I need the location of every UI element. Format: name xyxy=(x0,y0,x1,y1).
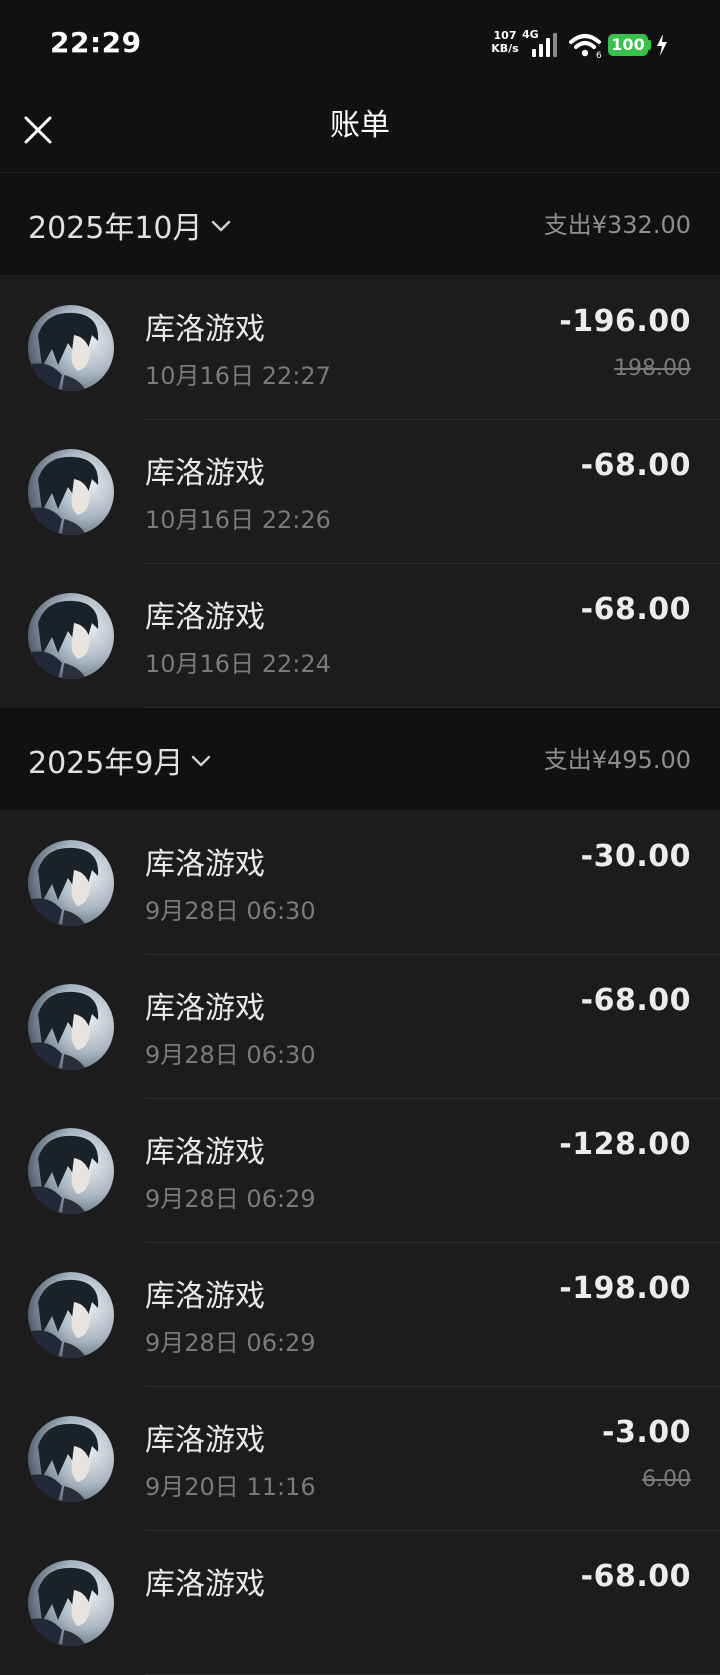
month-label: 2025年10月 xyxy=(28,211,203,246)
chevron-down-icon xyxy=(192,755,211,767)
transaction-amount: -30.00 xyxy=(580,839,691,874)
navigation-bar: 账单 xyxy=(0,90,720,173)
transaction-amount: -3.00 xyxy=(602,1415,691,1450)
transaction-row[interactable]: 库洛游戏 10月16日 22:26 -68.00 xyxy=(0,420,720,564)
transaction-row[interactable]: 库洛游戏 9月20日 11:16 -3.00 6.00 xyxy=(0,1387,720,1531)
status-bar: 22:29 107 KB/s 4G 6 100 xyxy=(0,0,720,90)
transaction-amount: -68.00 xyxy=(580,592,691,627)
transaction-amount: -196.00 xyxy=(559,304,691,339)
transaction-time: 9月28日 06:30 xyxy=(145,897,316,925)
bill-list: 2025年10月 支出¥332.00 库洛游戏 10月16日 22:27 -19… xyxy=(0,173,720,1675)
avatar xyxy=(28,305,114,391)
avatar-image xyxy=(28,1128,114,1214)
merchant-name: 库洛游戏 xyxy=(145,991,265,1026)
month-selector[interactable]: 2025年9月 xyxy=(28,738,211,782)
avatar-image xyxy=(28,593,114,679)
merchant-name: 库洛游戏 xyxy=(145,1135,265,1170)
network-speed-value: 107 xyxy=(493,29,517,42)
merchant-name: 库洛游戏 xyxy=(145,312,265,347)
close-icon xyxy=(24,116,52,144)
merchant-name: 库洛游戏 xyxy=(145,1279,265,1314)
chevron-down-icon xyxy=(211,220,230,232)
avatar xyxy=(28,1560,114,1646)
transaction-row[interactable]: 库洛游戏 9月28日 06:30 -68.00 xyxy=(0,955,720,1099)
month-expense-total: 支出¥495.00 xyxy=(543,746,691,774)
avatar-image xyxy=(28,1272,114,1358)
avatar-image xyxy=(28,1416,114,1502)
battery-tip xyxy=(648,40,651,50)
transaction-amount: -68.00 xyxy=(580,983,691,1018)
merchant-name: 库洛游戏 xyxy=(145,1423,265,1458)
transaction-time: 9月28日 06:29 xyxy=(145,1329,316,1357)
month-selector[interactable]: 2025年10月 xyxy=(28,203,231,247)
transaction-row[interactable]: 库洛游戏 10月16日 22:24 -68.00 xyxy=(0,564,720,708)
avatar xyxy=(28,593,114,679)
avatar-image xyxy=(28,449,114,535)
transaction-row[interactable]: 库洛游戏 -68.00 xyxy=(0,1531,720,1675)
avatar-image xyxy=(28,305,114,391)
merchant-name: 库洛游戏 xyxy=(145,600,265,635)
svg-text:6: 6 xyxy=(596,51,602,59)
transaction-time: 10月16日 22:24 xyxy=(145,650,331,678)
avatar xyxy=(28,449,114,535)
charging-bolt-icon xyxy=(657,34,667,56)
avatar xyxy=(28,840,114,926)
transaction-row[interactable]: 库洛游戏 9月28日 06:29 -128.00 xyxy=(0,1099,720,1243)
merchant-name: 库洛游戏 xyxy=(145,456,265,491)
transaction-time: 10月16日 22:26 xyxy=(145,506,331,534)
network-speed: 107 KB/s xyxy=(487,29,523,55)
transaction-row[interactable]: 库洛游戏 10月16日 22:27 -196.00 198.00 xyxy=(0,276,720,420)
avatar xyxy=(28,1272,114,1358)
avatar xyxy=(28,984,114,1070)
avatar xyxy=(28,1416,114,1502)
transaction-amount: -68.00 xyxy=(580,1559,691,1594)
transaction-amount: -128.00 xyxy=(559,1127,691,1162)
original-price: 6.00 xyxy=(642,1467,691,1492)
merchant-name: 库洛游戏 xyxy=(145,847,265,882)
status-time: 22:29 xyxy=(50,26,142,59)
wifi-icon: 6 xyxy=(569,34,602,59)
merchant-name: 库洛游戏 xyxy=(145,1567,265,1602)
transaction-row[interactable]: 库洛游戏 9月28日 06:30 -30.00 xyxy=(0,811,720,955)
month-header: 2025年10月 支出¥332.00 xyxy=(0,173,720,276)
month-header: 2025年9月 支出¥495.00 xyxy=(0,708,720,811)
original-price: 198.00 xyxy=(614,356,691,381)
transaction-time: 9月20日 11:16 xyxy=(145,1473,316,1501)
network-speed-unit: KB/s xyxy=(491,42,519,55)
close-button[interactable] xyxy=(18,110,58,150)
avatar-image xyxy=(28,984,114,1070)
transaction-time: 10月16日 22:27 xyxy=(145,362,331,390)
transaction-amount: -68.00 xyxy=(580,448,691,483)
page-title: 账单 xyxy=(330,108,390,143)
month-label: 2025年9月 xyxy=(28,746,184,781)
avatar-image xyxy=(28,1560,114,1646)
signal-icon xyxy=(532,33,557,57)
transaction-time: 9月28日 06:29 xyxy=(145,1185,316,1213)
transaction-row[interactable]: 库洛游戏 9月28日 06:29 -198.00 xyxy=(0,1243,720,1387)
transaction-time: 9月28日 06:30 xyxy=(145,1041,316,1069)
transaction-amount: -198.00 xyxy=(559,1271,691,1306)
avatar-image xyxy=(28,840,114,926)
month-expense-total: 支出¥332.00 xyxy=(543,211,691,239)
battery-indicator: 100 xyxy=(608,34,648,56)
avatar xyxy=(28,1128,114,1214)
